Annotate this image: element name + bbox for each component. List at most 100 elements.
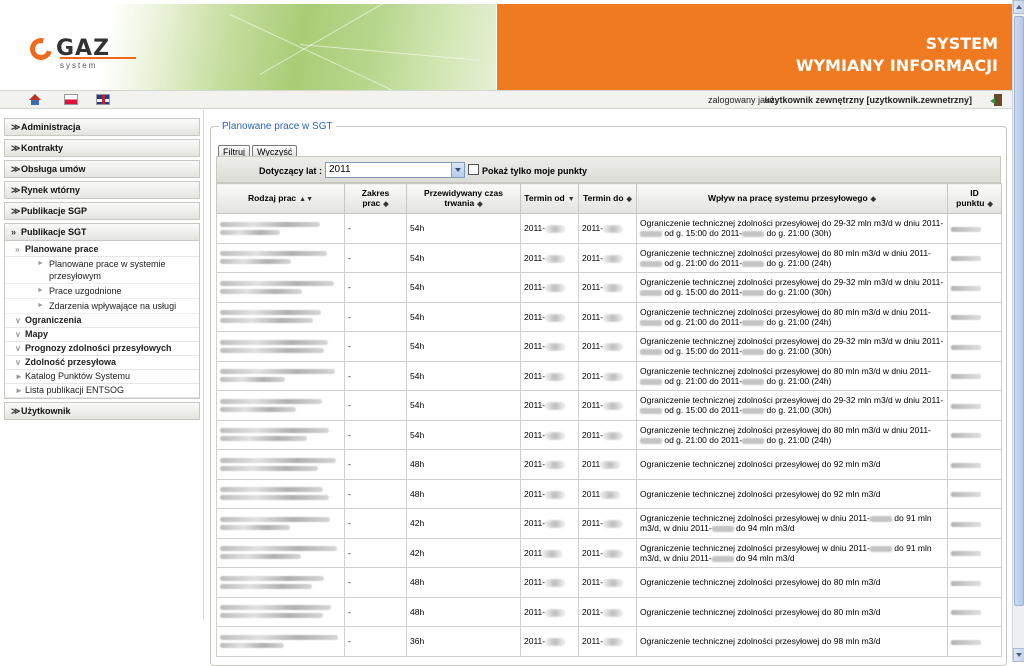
sidebar-sub-ograniczenia[interactable]: ∨ Ograniczenia <box>5 314 199 328</box>
col-header-zakres-prac[interactable]: Zakres prac ◆ <box>344 183 407 214</box>
scroll-up-icon[interactable] <box>1013 0 1024 14</box>
table-row[interactable]: -42h 2011 2011- Ograniczenie technicznej zd… <box>216 537 1002 568</box>
sidebar-item-kontrakty[interactable]: ≫ Kontrakty <box>4 139 200 157</box>
cell-wplyw: Ograniczenie technicznej zdolności przes… <box>636 272 948 303</box>
sidebar-sub-planowane-prace[interactable]: » Planowane prace <box>5 243 199 257</box>
sidebar-sub-katalog[interactable]: ► Katalog Punktów Systemu <box>5 370 199 384</box>
cell-czas-trwania: 54h <box>406 301 521 332</box>
sidebar-item-publikacje-sgp[interactable]: ≫ Publikacje SGP <box>4 202 200 220</box>
table-row[interactable]: -54h 2011- 2011- Ograniczenie technicznej z… <box>216 360 1002 391</box>
cell-termin-do: 2011- <box>578 390 637 421</box>
cell-wplyw: Ograniczenie technicznej zdolności przes… <box>636 537 948 568</box>
sidebar-item-publikacje-sgt[interactable]: » Publikacje SGT <box>4 223 200 241</box>
cell-id-punktu <box>947 360 1002 391</box>
table-row[interactable]: -54h 2011- 2011- Ograniczenie technicznej z… <box>216 390 1002 421</box>
sidebar-sub-zdolnosc[interactable]: ∨ Zdolność przesyłowa <box>5 356 199 370</box>
cell-rodzaj-prac <box>216 272 345 303</box>
table-row[interactable]: -54h 2011- 2011- Ograniczenie technicznej z… <box>216 331 1002 362</box>
cell-termin-do: 2011- <box>578 331 637 362</box>
cell-zakres-prac: - <box>344 213 407 244</box>
cell-czas-trwania: 42h <box>406 537 521 568</box>
flag-pl-icon[interactable] <box>64 94 78 105</box>
cell-termin-do: 2011 <box>578 478 637 509</box>
cell-czas-trwania: 48h <box>406 478 521 509</box>
sidebar-item-obsluga-umow[interactable]: ≫ Obsługa umów <box>4 160 200 178</box>
cell-id-punktu <box>947 390 1002 421</box>
cell-termin-od: 2011- <box>520 242 579 273</box>
cell-czas-trwania: 42h <box>406 508 521 539</box>
table-row[interactable]: -42h 2011- 2011- Ograniczenie technicznej z… <box>216 508 1002 539</box>
sidebar-item-uzytkownik[interactable]: ≫ Użytkownik <box>4 402 200 420</box>
cell-zakres-prac: - <box>344 272 407 303</box>
cell-termin-do: 2011- <box>578 213 637 244</box>
cell-id-punktu <box>947 626 1002 657</box>
table-row[interactable]: -54h 2011- 2011- Ograniczenie technicznej z… <box>216 272 1002 303</box>
cell-zakres-prac: - <box>344 596 407 627</box>
cell-zakres-prac: - <box>344 449 407 480</box>
cell-rodzaj-prac <box>216 537 345 568</box>
table-row[interactable]: -48h 2011- 2011 Ograniczenie technicznej zd… <box>216 478 1002 509</box>
scrollbar-thumb[interactable] <box>1014 16 1024 606</box>
sort-desc-icon: ▼ <box>567 195 575 203</box>
cell-termin-do: 2011 <box>578 449 637 480</box>
chevron-down-icon: ≫ <box>11 164 21 174</box>
cell-czas-trwania: 48h <box>406 567 521 598</box>
table-row[interactable]: -48h 2011- 2011 Ograniczenie technicznej zd… <box>216 449 1002 480</box>
panel-legend: Planowane prace w SGT <box>219 121 336 132</box>
cell-termin-od: 2011- <box>520 331 579 362</box>
cell-termin-do: 2011- <box>578 567 637 598</box>
sidebar-item-label: Publikacje SGT <box>21 227 87 237</box>
sidebar-sub-prognozy[interactable]: ∨ Prognozy zdolności przesyłowych <box>5 342 199 356</box>
cell-rodzaj-prac <box>216 596 345 627</box>
chevron-right-icon: » <box>11 227 17 237</box>
header-title-panel: SYSTEM WYMIANY INFORMACJI <box>497 4 1012 90</box>
flag-uk-icon[interactable] <box>96 94 110 105</box>
cell-czas-trwania: 54h <box>406 272 521 303</box>
table-row[interactable]: -36h 2011- 2011- Ograniczenie technicznej z… <box>216 626 1002 657</box>
table-row[interactable]: -54h 2011- 2011- Ograniczenie technicznej z… <box>216 242 1002 273</box>
cell-termin-do: 2011- <box>578 596 637 627</box>
cell-wplyw: Ograniczenie technicznej zdolności przes… <box>636 360 948 391</box>
cell-id-punktu <box>947 242 1002 273</box>
cell-wplyw: Ograniczenie technicznej zdolności przes… <box>636 390 948 421</box>
sidebar-item-rynek-wtorny[interactable]: ≫ Rynek wtórny <box>4 181 200 199</box>
sidebar-sub-prace-uzgodnione[interactable]: ► Prace uzgodnione <box>5 284 199 299</box>
table-row[interactable]: -54h 2011- 2011- Ograniczenie technicznej z… <box>216 419 1002 450</box>
col-header-id-punktu[interactable]: ID punktu ◆ <box>947 183 1002 214</box>
logo-subtext: system <box>60 61 98 70</box>
only-mine-checkbox[interactable] <box>468 164 479 175</box>
col-header-wplyw[interactable]: Wpływ na pracę systemu przesyłowego ◆ <box>636 183 948 214</box>
sort-icon: ▲▼ <box>299 195 314 203</box>
col-header-termin-od[interactable]: Termin od ▼ <box>520 183 579 214</box>
home-icon[interactable] <box>28 94 42 105</box>
table-row[interactable]: -54h 2011- 2011- Ograniczenie technicznej z… <box>216 301 1002 332</box>
dropdown-arrow-icon[interactable] <box>451 163 464 177</box>
cell-czas-trwania: 48h <box>406 596 521 627</box>
table-row[interactable]: -54h 2011- 2011- Ograniczenie technicznej z… <box>216 213 1002 244</box>
vertical-scrollbar[interactable] <box>1012 0 1024 662</box>
header-banner: GAZ system SYSTEM WYMIANY INFORMACJI <box>0 0 1012 90</box>
year-select[interactable]: 2011 <box>325 162 465 178</box>
cell-termin-od: 2011- <box>520 478 579 509</box>
cell-rodzaj-prac <box>216 301 345 332</box>
cell-czas-trwania: 48h <box>406 449 521 480</box>
cell-zakres-prac: - <box>344 301 407 332</box>
table-row[interactable]: -48h 2011- 2011- Ograniczenie technicznej z… <box>216 567 1002 598</box>
sidebar-sub-mapy[interactable]: ∨ Mapy <box>5 328 199 342</box>
logo-text: GAZ <box>56 36 111 61</box>
scroll-down-icon[interactable] <box>1013 648 1024 662</box>
cell-id-punktu <box>947 419 1002 450</box>
cell-czas-trwania: 54h <box>406 360 521 391</box>
col-header-czas[interactable]: Przewidywany czas trwania ◆ <box>406 183 521 214</box>
cell-zakres-prac: - <box>344 360 407 391</box>
sidebar-sub-zdarzenia[interactable]: ► Zdarzenia wpływające na usługi <box>5 299 199 314</box>
sidebar-sub-lista-entsog[interactable]: ► Lista publikacji ENTSOG <box>5 384 199 398</box>
logout-icon[interactable] <box>990 94 1002 106</box>
table-row[interactable]: -48h 2011- 2011- Ograniczenie technicznej z… <box>216 596 1002 627</box>
cell-czas-trwania: 54h <box>406 213 521 244</box>
sidebar-sub-planowane-w-systemie[interactable]: ► Planowane prace w systemie przesyłowym <box>5 257 199 284</box>
sidebar-item-administracja[interactable]: ≫ Administracja <box>4 118 200 136</box>
col-header-rodzaj-prac[interactable]: Rodzaj prac ▲▼ <box>216 183 345 214</box>
sidebar-item-label: Administracja <box>21 122 81 132</box>
col-header-termin-do[interactable]: Termin do ◆ <box>578 183 637 214</box>
